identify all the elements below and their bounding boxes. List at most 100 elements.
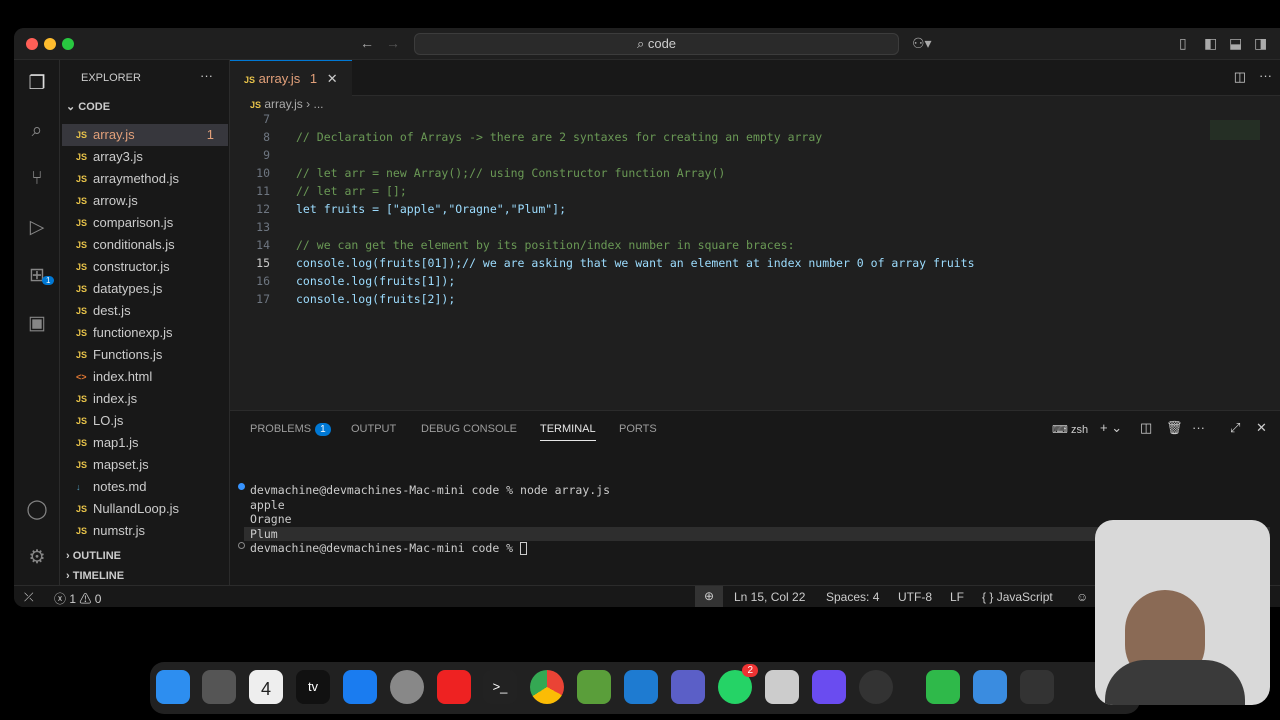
remote-explorer-icon[interactable]: ▣ xyxy=(26,312,48,334)
back-arrow-icon[interactable]: ← xyxy=(360,35,374,51)
maximize-panel-icon[interactable]: ⤢ xyxy=(1230,420,1240,436)
toggle-secondary-sidebar-icon[interactable]: ◨ xyxy=(1254,35,1267,52)
split-editor-icon[interactable]: ◫ xyxy=(1234,69,1246,85)
cursor-position[interactable]: Ln 15, Col 22 xyxy=(734,590,805,604)
code-line[interactable]: console.log(fruits[1]); xyxy=(296,274,455,288)
close-window-button[interactable] xyxy=(26,38,38,50)
indentation[interactable]: Spaces: 4 xyxy=(826,590,879,604)
file-item[interactable]: JS NullandLoop.js xyxy=(62,498,228,520)
file-item[interactable]: JS arraymethod.js xyxy=(62,168,228,190)
file-item[interactable]: JS array.js 1 xyxy=(62,124,228,146)
file-item[interactable]: JS Functions.js xyxy=(62,344,228,366)
file-item[interactable]: JS functionexp.js xyxy=(62,322,228,344)
account-icon[interactable]: ◯ xyxy=(26,498,48,520)
file-item[interactable]: <> index.html xyxy=(62,366,228,388)
tab-terminal[interactable]: TERMINAL xyxy=(540,423,596,441)
kill-terminal-trash-icon[interactable]: 🗑 xyxy=(1166,420,1183,436)
search-icon[interactable]: ⌕ xyxy=(26,120,48,142)
tab-debug-console[interactable]: DEBUG CONSOLE xyxy=(421,423,517,435)
line-ending[interactable]: LF xyxy=(950,590,964,604)
file-item[interactable]: JS array3.js xyxy=(62,146,228,168)
cube-app-icon[interactable] xyxy=(765,670,799,704)
toggle-primary-sidebar-icon[interactable]: ◧ xyxy=(1204,35,1217,52)
calendar-icon[interactable]: 4 xyxy=(249,670,283,704)
file-item[interactable]: JS index.js xyxy=(62,388,228,410)
toggle-sidebar-icon[interactable]: ▯ xyxy=(1179,35,1187,52)
copilot-icon[interactable]: ⚇▾ xyxy=(912,35,932,52)
extensions-icon[interactable]: ⊞ 1 xyxy=(26,264,55,286)
apple-tv-icon[interactable]: tv xyxy=(296,670,330,704)
timeline-section[interactable]: › TIMELINE xyxy=(66,567,226,585)
file-type-icon: JS xyxy=(76,240,88,250)
code-line[interactable]: console.log(fruits[2]); xyxy=(296,292,455,306)
code-line[interactable]: let fruits = ["apple","Oragne","Plum"]; xyxy=(296,202,566,216)
encoding[interactable]: UTF-8 xyxy=(898,590,932,604)
tools-app-icon[interactable] xyxy=(812,670,846,704)
more-actions-icon[interactable]: ··· xyxy=(200,68,213,83)
file-item[interactable]: JS mapset.js xyxy=(62,454,228,476)
split-terminal-icon[interactable]: ◫ xyxy=(1140,420,1152,436)
teams-icon[interactable] xyxy=(671,670,705,704)
new-terminal-button[interactable]: + ⌄ xyxy=(1100,420,1122,436)
file-item[interactable]: JS datatypes.js xyxy=(62,278,228,300)
file-item[interactable]: JS constructor.js xyxy=(62,256,228,278)
launchpad-icon[interactable] xyxy=(202,670,236,704)
toggle-panel-icon[interactable]: ⬓ xyxy=(1229,35,1242,52)
lightbulb-app-icon[interactable] xyxy=(1020,670,1054,704)
code-editor[interactable]: 7 8 // Declaration of Arrays -> there are … xyxy=(230,112,1280,408)
obs-icon[interactable] xyxy=(859,670,893,704)
file-item[interactable]: JS numstr.js xyxy=(62,520,228,542)
activity-bar: ❐ ⌕ ⑂ ▷ ⊞ 1 ▣ ◯ ⚙ xyxy=(14,60,60,585)
forward-arrow-icon[interactable]: → xyxy=(386,35,400,51)
code-line[interactable]: // we can get the element by its positio… xyxy=(296,238,795,252)
settings-gear-icon[interactable]: ⚙ xyxy=(26,546,48,568)
close-tab-icon[interactable]: ✕ xyxy=(327,71,338,86)
tab-ports[interactable]: PORTS xyxy=(619,423,657,435)
outline-section[interactable]: › OUTLINE xyxy=(66,545,226,567)
system-settings-icon[interactable] xyxy=(390,670,424,704)
file-item[interactable]: JS dest.js xyxy=(62,300,228,322)
file-item[interactable]: JS conditionals.js xyxy=(62,234,228,256)
explorer-icon[interactable]: ❐ xyxy=(26,72,48,94)
search-icon: ⌕ xyxy=(636,36,648,51)
copilot-status-icon[interactable]: ☺ xyxy=(1076,590,1088,604)
more-actions-icon[interactable]: ··· xyxy=(1192,420,1205,435)
file-item[interactable]: JS LO.js xyxy=(62,410,228,432)
source-control-icon[interactable]: ⑂ xyxy=(26,168,48,190)
maximize-window-button[interactable] xyxy=(62,38,74,50)
tab-array-js[interactable]: JS array.js 1 ✕ xyxy=(230,60,352,96)
file-item[interactable]: JS arrow.js xyxy=(62,190,228,212)
terminal-app-icon[interactable]: >_ xyxy=(483,670,517,704)
file-item[interactable]: ↓ notes.md xyxy=(62,476,228,498)
remote-icon[interactable]: ⤫ xyxy=(24,590,34,605)
code-line[interactable]: console.log(fruits[01]);// we are asking… xyxy=(296,256,975,270)
language-mode[interactable]: { } JavaScript xyxy=(982,590,1053,604)
file-item[interactable]: JS map1.js xyxy=(62,432,228,454)
zoom-icon[interactable]: ⊕ xyxy=(695,586,723,607)
chess-icon[interactable] xyxy=(577,670,611,704)
youtube-icon[interactable] xyxy=(437,670,471,704)
whatsapp-icon[interactable]: 2 xyxy=(718,664,758,704)
minimap[interactable] xyxy=(1210,120,1260,140)
minimize-window-button[interactable] xyxy=(44,38,56,50)
close-panel-icon[interactable]: ✕ xyxy=(1256,420,1267,436)
code-line[interactable]: // let arr = new Array();// using Constr… xyxy=(296,166,725,180)
tab-problems[interactable]: PROBLEMS 1 xyxy=(250,423,331,436)
folder-code[interactable]: ⌄ CODE xyxy=(66,100,110,113)
file-item[interactable]: JS comparison.js xyxy=(62,212,228,234)
chrome-icon[interactable] xyxy=(530,670,564,704)
terminal-shell-zsh[interactable]: ⌨ zsh xyxy=(1052,423,1088,436)
phone-icon[interactable] xyxy=(926,670,960,704)
file-type-icon: JS xyxy=(76,174,88,184)
vscode-icon[interactable] xyxy=(624,670,658,704)
finder-icon[interactable] xyxy=(156,670,190,704)
command-center-search[interactable]: ⌕ code xyxy=(414,33,899,55)
code-line[interactable]: // Declaration of Arrays -> there are 2 … xyxy=(296,130,822,144)
more-actions-icon[interactable]: ··· xyxy=(1259,68,1272,83)
problems-status[interactable]: ⓧ 1 ⚠ 0 xyxy=(54,590,101,607)
app-store-icon[interactable] xyxy=(343,670,377,704)
tab-output[interactable]: OUTPUT xyxy=(351,423,396,435)
davinci-resolve-icon[interactable] xyxy=(973,670,1007,704)
code-line[interactable]: // let arr = []; xyxy=(296,184,407,198)
run-debug-icon[interactable]: ▷ xyxy=(26,216,48,238)
